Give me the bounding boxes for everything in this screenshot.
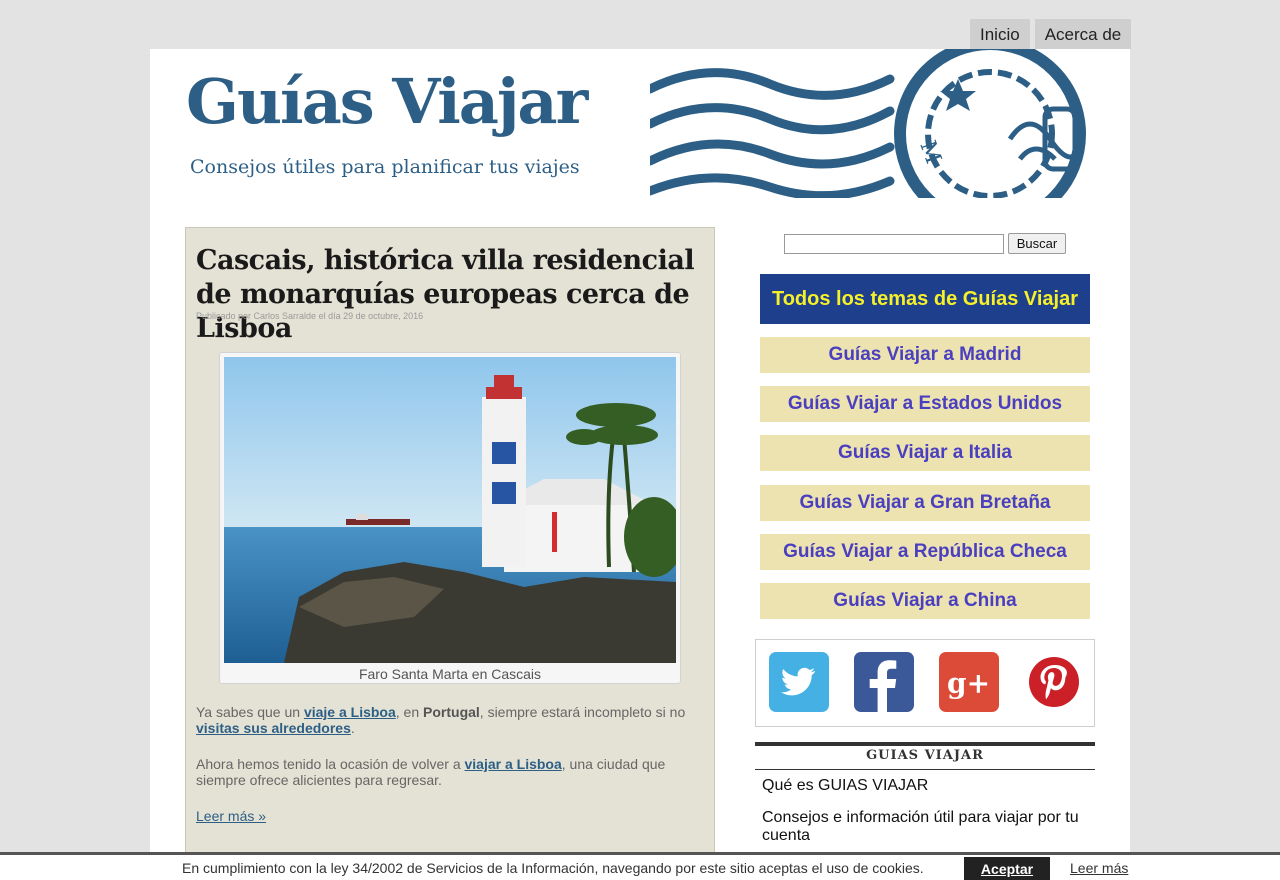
search-input[interactable] (784, 234, 1004, 254)
link-viajar-lisboa[interactable]: viajar a Lisboa (465, 756, 562, 772)
nav-home-link[interactable]: Inicio (970, 19, 1030, 49)
text-fragment: , en (395, 704, 424, 720)
guide-czech-button[interactable]: Guías Viajar a República Checa (760, 534, 1090, 570)
cookie-bar: En cumplimiento con la ley 34/2002 de Se… (0, 852, 1280, 880)
read-more-link[interactable]: Leer más » (196, 808, 266, 824)
guide-britain-button[interactable]: Guías Viajar a Gran Bretaña (760, 485, 1090, 521)
widget-item-que-es[interactable]: Qué es GUIAS VIAJAR (762, 777, 1087, 795)
postmark-stamp-image: M (650, 49, 1095, 198)
nav-about-link[interactable]: Acerca de (1034, 19, 1132, 49)
post-meta: Publicado por Carlos Sarralde el día 29 … (196, 311, 424, 321)
top-nav: Inicio Acerca de (970, 19, 1132, 49)
post-paragraph-2: Ahora hemos tenido la ocasión de volver … (196, 756, 701, 788)
widget-underline (755, 769, 1095, 770)
facebook-icon[interactable] (854, 652, 914, 712)
text-fragment: . (350, 720, 355, 736)
text-fragment: Ahora hemos tenido la ocasión de volver … (196, 756, 465, 772)
widget-divider (755, 742, 1095, 746)
all-topics-banner[interactable]: Todos los temas de Guías Viajar (760, 274, 1090, 324)
cookie-notice-text: En cumplimiento con la ley 34/2002 de Se… (182, 860, 924, 876)
guide-italy-button[interactable]: Guías Viajar a Italia (760, 435, 1090, 471)
guide-madrid-button[interactable]: Guías Viajar a Madrid (760, 337, 1090, 373)
bold-portugal: Portugal (423, 704, 480, 720)
text-fragment: , siempre estará incompleto si no (479, 704, 686, 720)
link-viaje-lisboa[interactable]: viaje a Lisboa (304, 704, 396, 720)
lighthouse-photo[interactable] (224, 357, 676, 663)
site-tagline: Consejos útiles para planificar tus viaj… (190, 156, 580, 178)
page-container: Guías Viajar Consejos útiles para planif… (150, 49, 1130, 880)
widget-title: GUIAS VIAJAR (866, 748, 984, 763)
search-button[interactable]: Buscar (1008, 233, 1066, 254)
cookie-more-link[interactable]: Leer más (1070, 860, 1128, 876)
post-paragraph-1: Ya sabes que un viaje a Lisboa, en Portu… (196, 704, 701, 736)
svg-text:g+: g+ (947, 667, 990, 700)
twitter-icon[interactable] (769, 652, 829, 712)
post-card: Cascais, histórica villa residencial de … (185, 227, 715, 880)
post-figure: Faro Santa Marta en Cascais (219, 352, 681, 684)
post-title[interactable]: Cascais, histórica villa residencial de … (196, 244, 706, 346)
social-icons-box: g+ (755, 639, 1095, 727)
google-plus-icon[interactable]: g+ (939, 652, 999, 712)
guide-usa-button[interactable]: Guías Viajar a Estados Unidos (760, 386, 1090, 422)
site-title[interactable]: Guías Viajar (186, 71, 588, 133)
text-fragment: Ya sabes que un (196, 704, 304, 720)
cookie-accept-button[interactable]: Aceptar (964, 857, 1050, 880)
photo-caption: Faro Santa Marta en Cascais (358, 666, 542, 682)
widget-item-consejos[interactable]: Consejos e información útil para viajar … (762, 809, 1087, 845)
guide-china-button[interactable]: Guías Viajar a China (760, 583, 1090, 619)
pinterest-icon[interactable] (1024, 652, 1084, 712)
svg-text:M: M (914, 138, 945, 168)
link-visitas-alrededores[interactable]: visitas sus alrededores (196, 720, 351, 736)
